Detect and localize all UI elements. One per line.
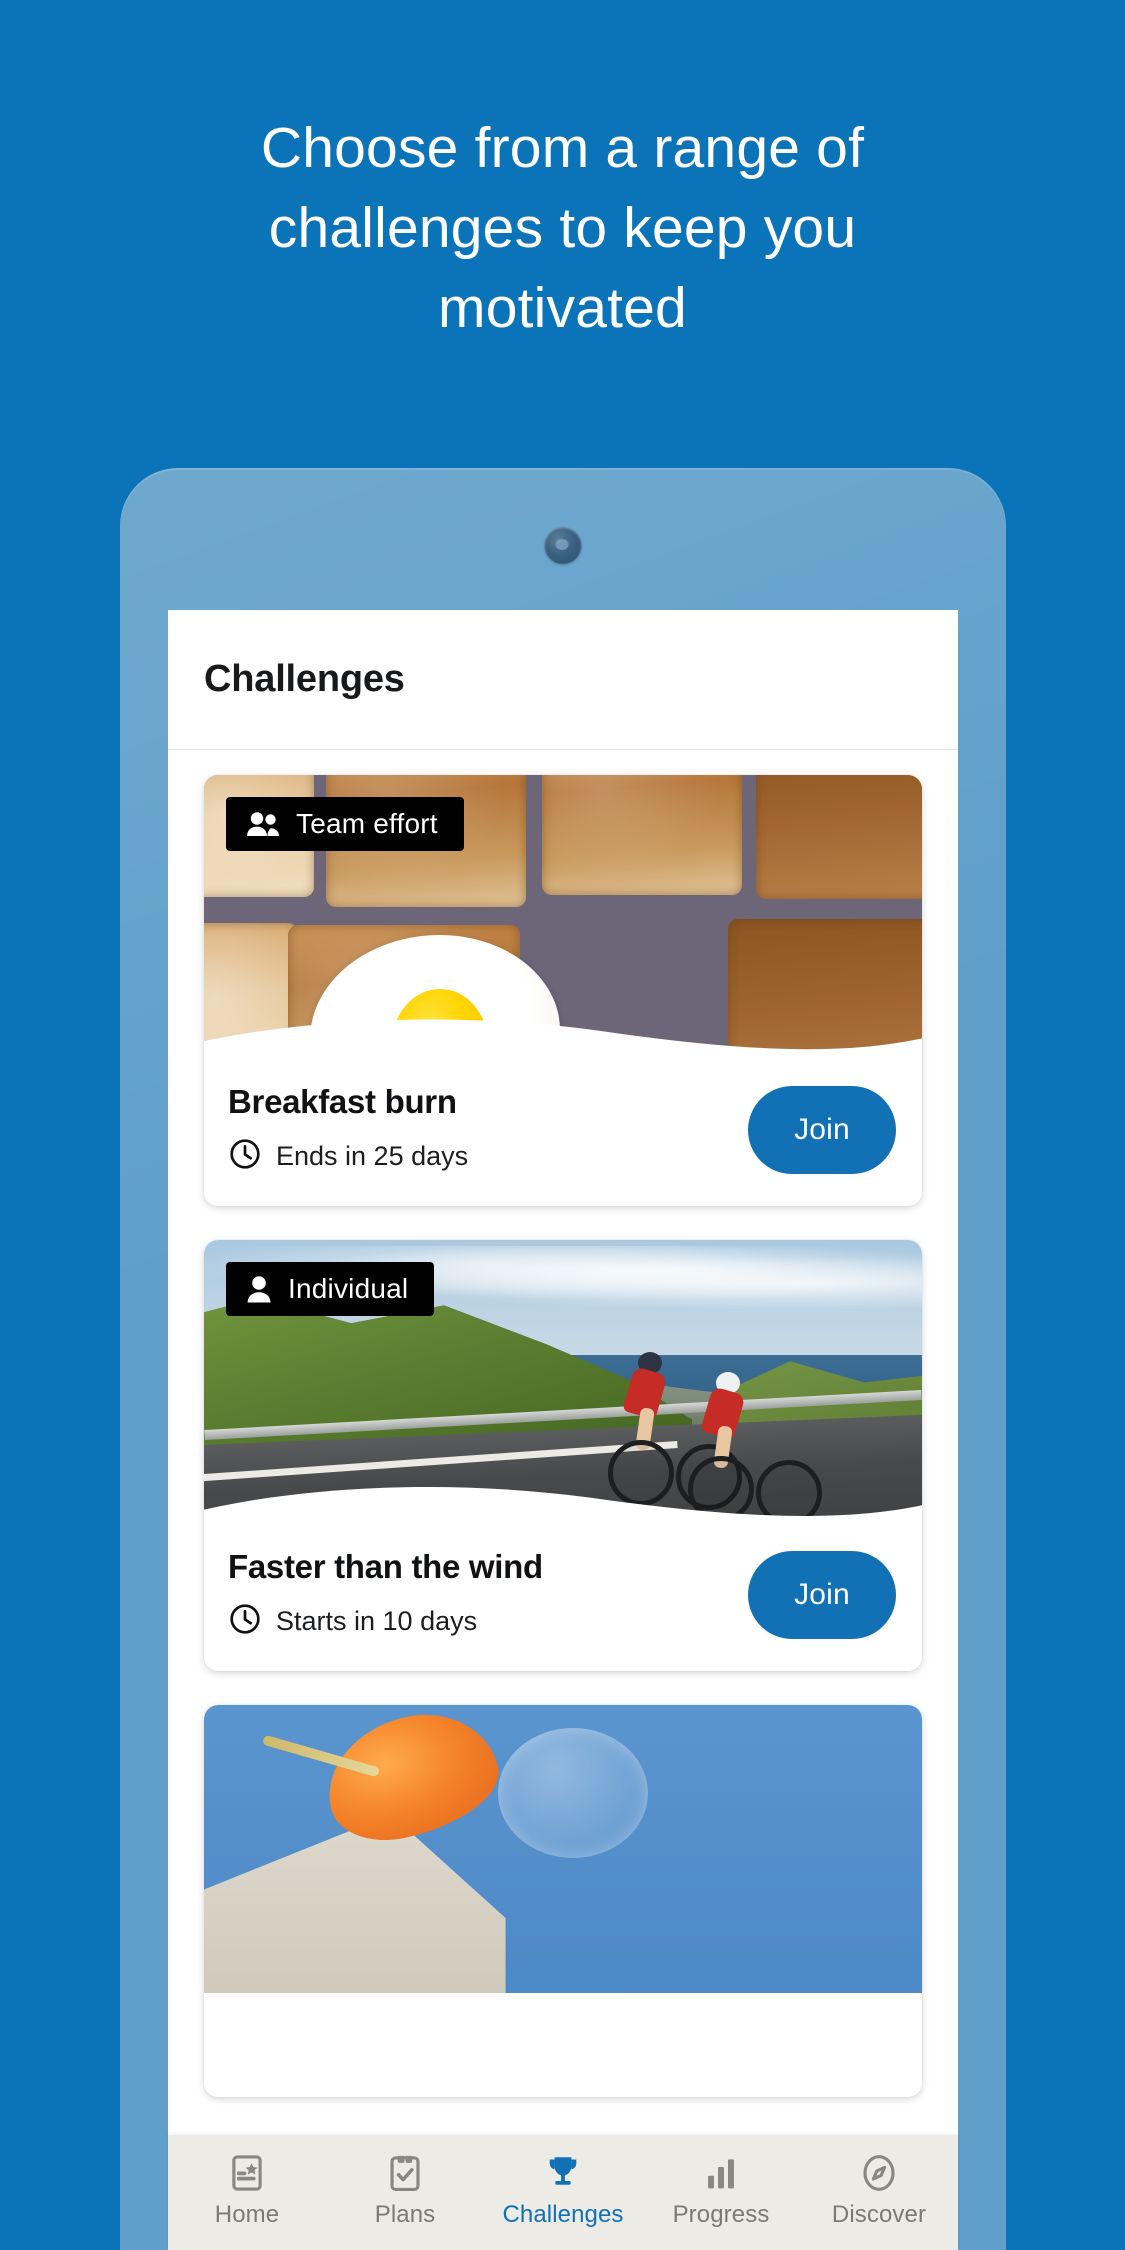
challenge-meta-label: Ends in 25 days — [276, 1141, 469, 1171]
clipboard-check-icon — [384, 2152, 426, 2194]
card-star-icon — [226, 2152, 268, 2194]
front-camera-icon — [544, 527, 581, 564]
challenge-type-label: Team effort — [296, 808, 438, 839]
join-button[interactable]: Join — [748, 1550, 896, 1639]
challenge-type-badge: Individual — [226, 1262, 435, 1316]
challenge-type-badge: Team effort — [226, 797, 464, 851]
strawberry-photo — [204, 1705, 922, 1993]
nav-item-home[interactable]: Home — [172, 2152, 322, 2229]
challenge-card-body: Breakfast burn Ends in 25 days Join — [204, 1063, 922, 1206]
nav-item-challenges[interactable]: Challenges — [488, 2152, 638, 2229]
challenge-title: Breakfast burn — [228, 1083, 457, 1120]
nav-item-plans[interactable]: Plans — [330, 2152, 480, 2229]
challenge-card-body: Faster than the wind Starts in 10 days J… — [204, 1528, 922, 1671]
nav-item-discover[interactable]: Discover — [804, 2152, 954, 2229]
bar-chart-icon — [700, 2152, 742, 2194]
page-title: Challenges — [204, 658, 405, 700]
group-icon — [246, 811, 280, 837]
challenge-card[interactable]: Team effort Breakfast burn Ends in 25 da… — [204, 775, 922, 1206]
app-header: Challenges — [168, 610, 958, 750]
person-icon — [246, 1275, 272, 1303]
app-screen: Challenges Team effort Breakfast burn En… — [168, 610, 958, 2250]
challenge-card-image: Team effort — [204, 775, 922, 1063]
challenge-list[interactable]: Team effort Breakfast burn Ends in 25 da… — [168, 751, 958, 2250]
nav-label: Home — [214, 2201, 280, 2228]
challenge-card-image — [204, 1705, 922, 1993]
nav-label: Plans — [374, 2201, 436, 2228]
challenge-meta: Ends in 25 days — [228, 1137, 468, 1176]
clock-icon — [228, 1137, 262, 1176]
promo-headline: Choose from a range of challenges to kee… — [260, 116, 865, 340]
challenge-card[interactable] — [204, 1705, 922, 2097]
challenge-card[interactable]: Individual Faster than the wind Starts i… — [204, 1240, 922, 1671]
challenge-type-label: Individual — [288, 1273, 409, 1304]
nav-label: Discover — [831, 2201, 927, 2228]
challenge-meta-label: Starts in 10 days — [276, 1606, 478, 1636]
bottom-navigation-bar: Home Plans Challenges Progress Discover — [168, 2135, 958, 2250]
challenge-meta: Starts in 10 days — [228, 1602, 543, 1641]
nav-label: Challenges — [502, 2201, 624, 2228]
trophy-icon — [542, 2152, 584, 2194]
nav-item-progress[interactable]: Progress — [646, 2152, 796, 2229]
card-image-wave-divider — [204, 1487, 922, 1528]
nav-label: Progress — [672, 2201, 770, 2228]
clock-icon — [228, 1602, 262, 1641]
join-button[interactable]: Join — [748, 1085, 896, 1174]
challenge-card-body — [204, 1993, 922, 2097]
challenge-card-image: Individual — [204, 1240, 922, 1528]
challenge-title: Faster than the wind — [228, 1548, 543, 1585]
compass-icon — [858, 2152, 900, 2194]
card-image-wave-divider — [204, 1019, 922, 1063]
